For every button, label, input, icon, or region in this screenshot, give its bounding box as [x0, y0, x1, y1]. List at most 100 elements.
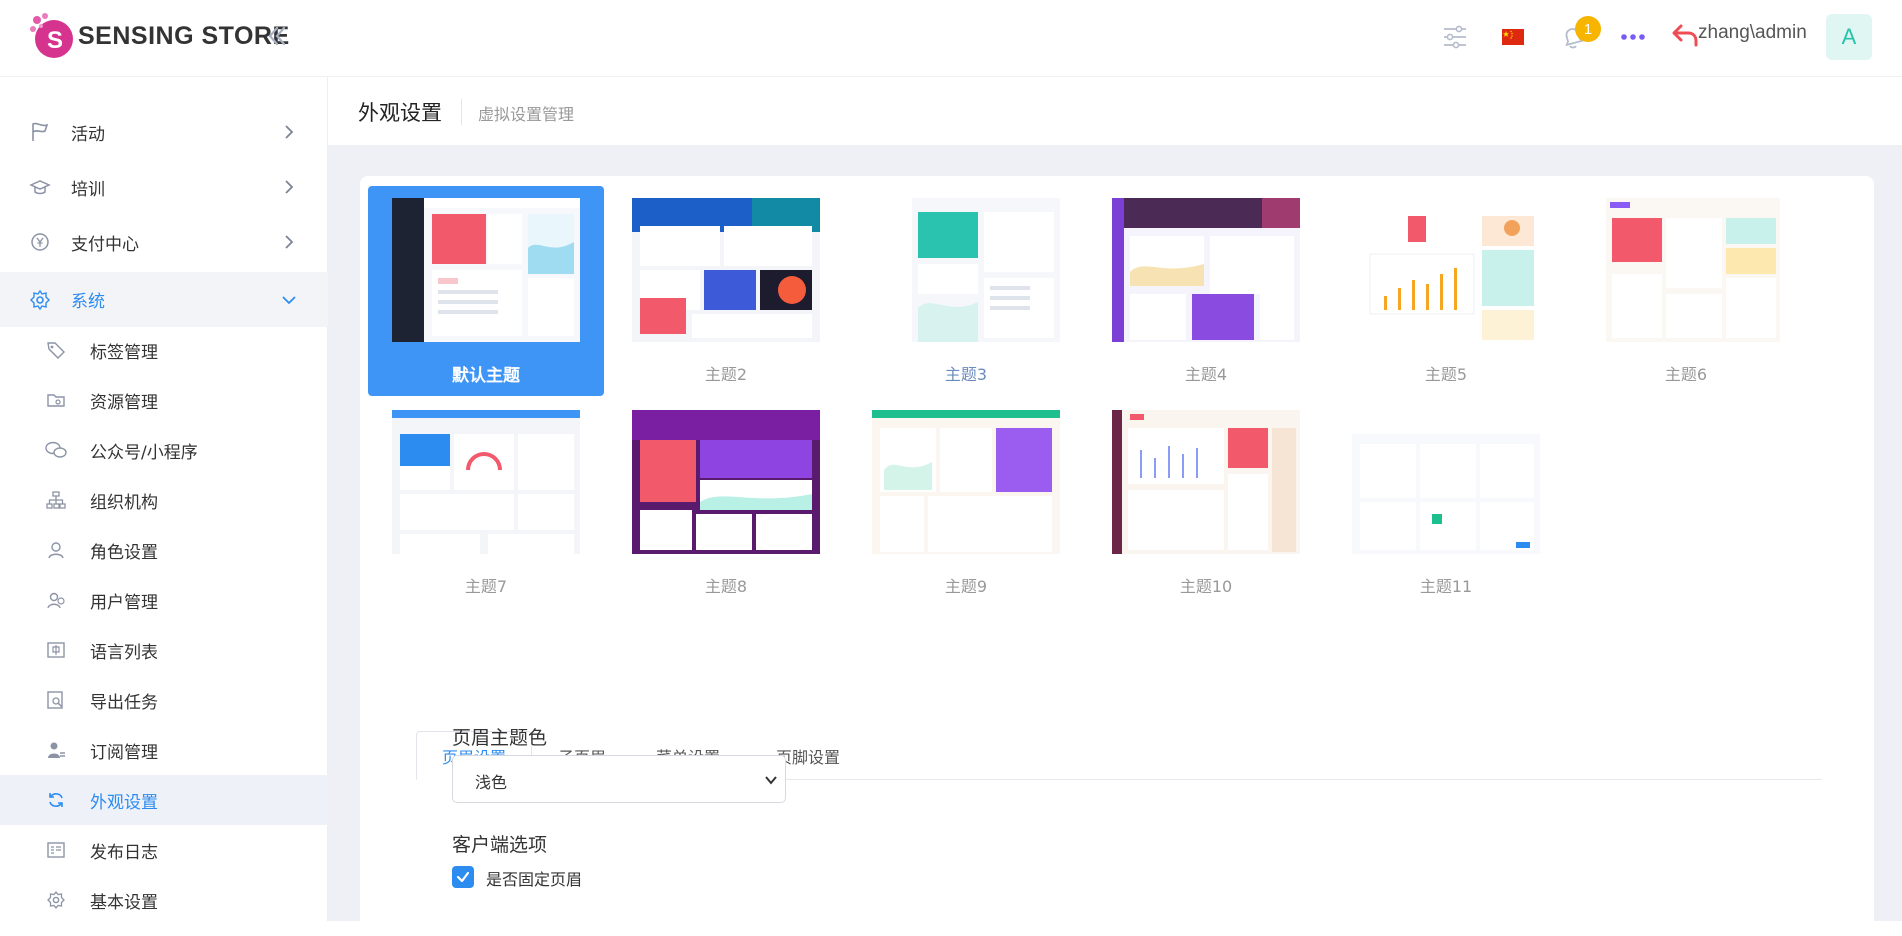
refresh-icon — [45, 789, 67, 811]
brand-logo[interactable]: S SENSING STORE — [28, 12, 290, 60]
header-color-select[interactable]: 浅色 — [452, 755, 786, 803]
sidebar-item-label: 语言列表 — [90, 642, 158, 663]
users-icon — [45, 589, 67, 611]
top-header: S SENSING STORE 1 zhang\admin A — [0, 0, 1902, 77]
client-options-label: 客户端选项 — [452, 834, 548, 856]
logo-icon: S — [28, 12, 76, 60]
double-chevron-left-icon — [268, 26, 286, 46]
theme-preview — [1592, 198, 1780, 342]
more-button[interactable] — [1618, 22, 1648, 52]
notification-badge: 1 — [1575, 16, 1601, 42]
theme-card-9[interactable]: 主题9 — [848, 398, 1084, 608]
theme-card-7[interactable]: 主题7 — [368, 398, 604, 608]
chevron-right-icon — [285, 125, 294, 139]
sidebar-item-label: 发布日志 — [90, 842, 158, 863]
theme-label: 主题9 — [944, 577, 988, 596]
sidebar-item-label: 角色设置 — [90, 542, 158, 563]
theme-label: 主题5 — [1424, 365, 1468, 384]
tag-icon — [45, 339, 67, 361]
theme-card-11[interactable]: 主题11 — [1328, 398, 1564, 608]
subscription-icon — [45, 739, 67, 761]
chevron-right-icon — [285, 235, 294, 249]
sidebar-item-label: 基本设置 — [90, 892, 158, 913]
settings-icon — [45, 889, 67, 911]
sidebar-item-users[interactable]: 用户管理 — [0, 575, 328, 625]
sidebar-item-languages[interactable]: 语言列表 — [0, 625, 328, 675]
sidebar-item-wechat[interactable]: 公众号/小程序 — [0, 425, 328, 475]
theme-card-2[interactable]: 主题2 — [608, 186, 844, 396]
sidebar-item-basic-settings[interactable]: 基本设置 — [0, 875, 328, 925]
sidebar-item-label: 标签管理 — [90, 342, 158, 363]
chevron-down-icon — [282, 295, 296, 304]
flag-icon — [28, 120, 52, 144]
sidebar-item-export-tasks[interactable]: 导出任务 — [0, 675, 328, 725]
sidebar-item-training[interactable]: 培训 — [0, 162, 328, 212]
language-icon — [45, 639, 67, 661]
theme-label: 主题2 — [704, 365, 748, 384]
log-icon — [45, 839, 67, 861]
theme-label: 主题6 — [1664, 365, 1708, 384]
theme-label: 主题3 — [944, 365, 988, 384]
theme-label: 默认主题 — [452, 366, 520, 386]
theme-label: 主题7 — [464, 577, 508, 596]
sidebar-item-subscriptions[interactable]: 订阅管理 — [0, 725, 328, 775]
sidebar-item-label: 系统 — [71, 292, 105, 312]
theme-preview — [872, 410, 1060, 554]
avatar[interactable]: A — [1826, 14, 1872, 60]
theme-label: 主题11 — [1419, 577, 1473, 596]
sidebar-item-label: 活动 — [71, 124, 105, 145]
org-chart-icon — [45, 489, 67, 511]
page-title: 外观设置 — [358, 101, 442, 125]
theme-label: 主题4 — [1184, 365, 1228, 384]
sidebar-item-label: 资源管理 — [90, 392, 158, 413]
theme-card-10[interactable]: 主题10 — [1088, 398, 1324, 608]
sidebar-item-release-log[interactable]: 发布日志 — [0, 825, 328, 875]
page-header: 外观设置 虚拟设置管理 — [328, 77, 1902, 145]
theme-preview — [1352, 410, 1540, 554]
sidebar-item-appearance[interactable]: 外观设置 — [0, 775, 328, 825]
theme-preview — [632, 410, 820, 554]
sidebar-item-organization[interactable]: 组织机构 — [0, 475, 328, 525]
fixed-header-label[interactable]: 是否固定页眉 — [486, 866, 582, 890]
sidebar-item-label: 订阅管理 — [90, 742, 158, 763]
logout-button[interactable] — [1670, 20, 1700, 50]
sidebar-item-label: 支付中心 — [71, 234, 139, 255]
theme-preview — [392, 410, 580, 554]
theme-card-8[interactable]: 主题8 — [608, 398, 844, 608]
sidebar-item-activity[interactable]: 活动 — [0, 107, 328, 157]
collapse-sidebar-button[interactable] — [262, 22, 290, 50]
header-color-value: 浅色 — [475, 773, 508, 792]
sidebar: 活动 培训 支付中心 系统 标签管理 资源管理 公众号/小程序 组织机构 角色设… — [0, 77, 328, 921]
sliders-icon — [1444, 25, 1466, 49]
theme-preview — [632, 198, 820, 342]
theme-preview — [1112, 198, 1300, 342]
theme-card-3[interactable]: 主题3 — [848, 186, 1084, 396]
sidebar-item-system[interactable]: 系统 — [0, 272, 328, 327]
filter-settings-button[interactable] — [1440, 22, 1470, 52]
user-name[interactable]: zhang\admin — [1698, 22, 1807, 44]
theme-card-4[interactable]: 主题4 — [1088, 186, 1324, 396]
wechat-icon — [45, 439, 67, 461]
sidebar-item-tags[interactable]: 标签管理 — [0, 325, 328, 375]
check-icon — [456, 871, 470, 883]
fixed-header-checkbox[interactable] — [452, 866, 474, 888]
theme-card-default[interactable]: 默认主题 — [368, 186, 604, 396]
theme-preview — [872, 198, 1060, 342]
sidebar-item-resources[interactable]: 资源管理 — [0, 375, 328, 425]
breadcrumb[interactable]: 虚拟设置管理 — [478, 101, 574, 125]
export-icon — [45, 689, 67, 711]
sidebar-item-label: 导出任务 — [90, 692, 158, 713]
sidebar-item-label: 组织机构 — [90, 492, 158, 513]
user-icon — [45, 539, 67, 561]
theme-card-6[interactable]: 主题6 — [1568, 186, 1804, 396]
theme-card-5[interactable]: 主题5 — [1328, 186, 1564, 396]
language-flag-button[interactable] — [1498, 22, 1528, 52]
svg-text:S: S — [47, 27, 63, 54]
sidebar-item-label: 外观设置 — [90, 792, 158, 813]
sidebar-item-payment[interactable]: 支付中心 — [0, 217, 328, 267]
theme-label: 主题8 — [704, 577, 748, 596]
appearance-card: 默认主题 主题2 主题3 主题4 主题5 主题6 主题7 主题8 主题9 主题1… — [360, 176, 1874, 936]
title-divider — [461, 99, 462, 125]
gear-icon — [28, 288, 52, 312]
sidebar-item-roles[interactable]: 角色设置 — [0, 525, 328, 575]
